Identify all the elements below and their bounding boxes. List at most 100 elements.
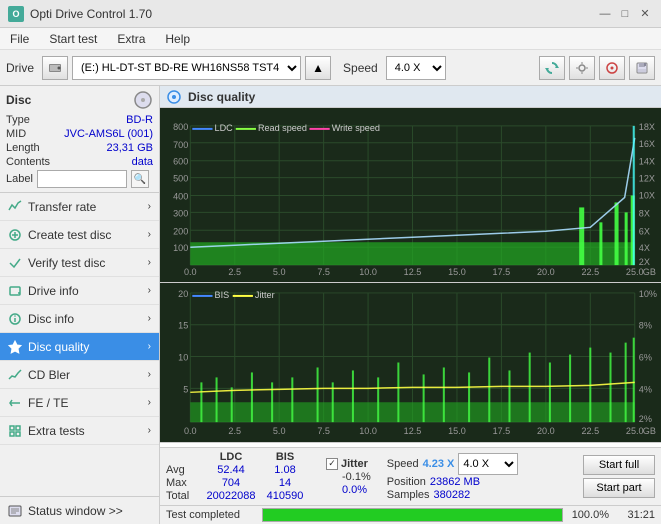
svg-text:2.5: 2.5 [228,267,241,277]
app-icon: O [8,6,24,22]
menu-help[interactable]: Help [161,30,194,48]
app-title: Opti Drive Control 1.70 [30,7,152,21]
disc-panel-title: Disc [6,93,31,107]
minimize-button[interactable]: — [597,6,613,22]
menu-file[interactable]: File [6,30,33,48]
start-buttons: Start full Start part [583,455,655,498]
nav-items: Transfer rate › Create test disc › Verif… [0,193,159,445]
svg-text:Read speed: Read speed [258,123,307,133]
svg-text:Jitter: Jitter [255,290,275,300]
svg-text:16X: 16X [639,139,655,149]
progress-bar [262,508,563,522]
sidebar-item-disc-quality[interactable]: Disc quality › [0,333,159,361]
length-value: 23,31 GB [107,142,153,154]
extra-tests-icon [8,424,22,438]
svg-text:8X: 8X [639,208,650,218]
jitter-avg: -0.1% [342,471,371,483]
svg-text:7.5: 7.5 [317,426,330,436]
svg-text:15: 15 [178,321,188,331]
arrow-icon-drive-info: › [148,285,151,296]
svg-text:14X: 14X [639,157,655,167]
stats-grid: LDC BIS Avg 52.44 1.08 Max 704 14 Total … [166,451,310,502]
ldc-header: LDC [206,451,256,463]
svg-text:2.5: 2.5 [228,426,241,436]
stats-row: LDC BIS Avg 52.44 1.08 Max 704 14 Total … [166,451,655,502]
svg-text:20: 20 [178,289,188,299]
svg-text:8%: 8% [639,321,652,331]
ldc-avg: 52.44 [206,464,256,476]
speed-select[interactable]: 4.0 X [386,56,446,80]
menu-extra[interactable]: Extra [113,30,149,48]
svg-text:10X: 10X [639,191,655,201]
bottom-chart-svg: 20 15 10 5 10% 8% 6% 4% 2% 0.0 2.5 5.0 7… [160,283,661,442]
start-part-button[interactable]: Start part [583,478,655,498]
drive-label: Drive [6,61,34,75]
svg-text:LDC: LDC [215,123,234,133]
arrow-icon-extra-tests: › [148,425,151,436]
top-chart-svg: 800 700 600 500 400 300 200 100 18X 16X … [160,108,661,282]
mid-value: JVC-AMS6L (001) [64,128,153,140]
save-button[interactable] [629,56,655,80]
drive-select[interactable]: (E:) HL-DT-ST BD-RE WH16NS58 TST4 [72,56,301,80]
svg-text:0.0: 0.0 [184,267,197,277]
stats-panel: LDC BIS Avg 52.44 1.08 Max 704 14 Total … [160,447,661,505]
sidebar-item-disc-info[interactable]: Disc info › [0,305,159,333]
total-label: Total [166,490,202,502]
charts-area: 800 700 600 500 400 300 200 100 18X 16X … [160,108,661,447]
empty-cell [166,451,202,463]
disc-icon [133,90,153,110]
svg-text:GB: GB [643,426,656,436]
svg-text:400: 400 [173,192,188,202]
speed-inline-select[interactable]: 4.0 X [458,453,518,475]
sidebar-item-cd-bler[interactable]: CD Bler › [0,361,159,389]
svg-text:17.5: 17.5 [493,426,511,436]
sidebar-item-extra-tests[interactable]: Extra tests › [0,417,159,445]
jitter-checkbox[interactable]: ✓ [326,458,338,470]
ldc-max: 704 [206,477,256,489]
start-full-button[interactable]: Start full [583,455,655,475]
status-window-button[interactable]: Status window >> [0,496,159,524]
samples-key: Samples [387,489,430,501]
svg-text:5: 5 [183,384,188,394]
transfer-rate-icon [8,200,22,214]
maximize-button[interactable]: □ [617,6,633,22]
settings-button[interactable] [569,56,595,80]
refresh-button[interactable] [539,56,565,80]
avg-label: Avg [166,464,202,476]
svg-text:6%: 6% [639,353,652,363]
disc-quality-icon [8,340,22,354]
svg-text:15.0: 15.0 [448,426,466,436]
length-key: Length [6,142,40,154]
disc-button[interactable] [599,56,625,80]
samples-value: 380282 [434,489,471,501]
label-input[interactable] [37,170,127,188]
sidebar-item-transfer-rate[interactable]: Transfer rate › [0,193,159,221]
titlebar-left: O Opti Drive Control 1.70 [8,6,152,22]
sidebar-item-verify-test-disc[interactable]: Verify test disc › [0,249,159,277]
menu-start-test[interactable]: Start test [45,30,101,48]
bis-avg: 1.08 [260,464,310,476]
svg-text:25.0: 25.0 [626,426,644,436]
drive-info-icon [8,284,22,298]
sidebar-item-drive-info[interactable]: Drive info › [0,277,159,305]
label-key: Label [6,173,33,185]
speed-section: Speed 4.23 X 4.0 X Position 23862 MB Sam… [387,453,519,501]
svg-text:12.5: 12.5 [404,426,422,436]
speed-value: 4.23 X [423,458,455,470]
status-window-icon [8,504,22,518]
fe-te-icon [8,396,22,410]
eject-button[interactable]: ▲ [305,56,331,80]
svg-text:800: 800 [173,122,188,132]
sidebar-item-fe-te[interactable]: FE / TE › [0,389,159,417]
drive-icon-btn[interactable] [42,56,68,80]
svg-text:10.0: 10.0 [359,267,377,277]
close-button[interactable]: ✕ [637,6,653,22]
bottom-chart: 20 15 10 5 10% 8% 6% 4% 2% 0.0 2.5 5.0 7… [160,283,661,443]
svg-text:20.0: 20.0 [537,267,555,277]
label-btn[interactable]: 🔍 [131,170,149,188]
sidebar-item-create-test-disc[interactable]: Create test disc › [0,221,159,249]
speed-key: Speed [387,458,419,470]
disc-info-icon [8,312,22,326]
position-value: 23862 MB [430,476,480,488]
sidebar-label-drive-info: Drive info [28,284,79,298]
